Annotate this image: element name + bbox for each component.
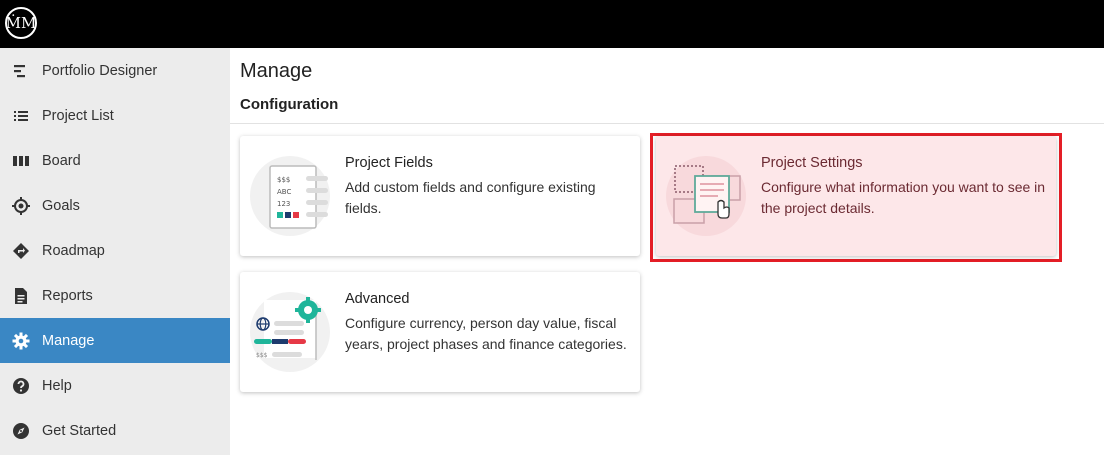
page-title: Manage — [240, 60, 313, 82]
section-title: Configuration — [240, 96, 339, 113]
illus-line: 123 — [277, 200, 290, 208]
board-icon — [13, 156, 29, 166]
sidebar-item-get-started[interactable]: Get Started — [0, 408, 230, 453]
app-logo[interactable]: ṀM — [5, 7, 37, 39]
document-icon — [15, 288, 27, 304]
card-description: Configure what information you want to s… — [761, 179, 1046, 216]
advanced-card[interactable]: $$$ Advanced Configure currency, person … — [240, 272, 640, 392]
card-title: Project Fields — [345, 155, 433, 171]
sidebar-item-label: Reports — [42, 287, 93, 304]
help-icon — [13, 378, 29, 394]
divider — [230, 123, 1104, 124]
project-fields-illustration: $$$ ABC 123 — [250, 156, 330, 236]
main-content: Manage Configuration $$$ ABC 123 Project… — [230, 48, 1104, 455]
sidebar-item-label: Roadmap — [42, 242, 105, 259]
sidebar: Portfolio Designer Project List Board Go… — [0, 48, 230, 455]
gear-icon — [12, 332, 30, 350]
sidebar-item-help[interactable]: Help — [0, 363, 230, 408]
illus-currency: $$$ — [256, 352, 268, 359]
sidebar-item-goals[interactable]: Goals — [0, 183, 230, 228]
portfolio-designer-icon — [14, 65, 25, 78]
card-description: Configure currency, person day value, fi… — [345, 315, 627, 352]
sidebar-item-label: Board — [42, 152, 81, 169]
top-bar: ṀM — [0, 0, 1104, 48]
sidebar-item-manage[interactable]: Manage — [0, 318, 230, 363]
compass-icon — [13, 423, 29, 439]
card-description: Add custom fields and configure existing… — [345, 179, 596, 216]
sidebar-item-label: Help — [42, 377, 72, 394]
sidebar-item-label: Goals — [42, 197, 80, 214]
project-fields-card[interactable]: $$$ ABC 123 Project Fields Add custom fi… — [240, 136, 640, 256]
sidebar-item-label: Portfolio Designer — [42, 62, 158, 79]
list-icon — [14, 111, 28, 121]
card-title: Project Settings — [761, 155, 863, 171]
sidebar-item-label: Project List — [42, 107, 114, 124]
target-icon — [12, 197, 30, 215]
sidebar-item-label: Manage — [42, 332, 95, 349]
illus-line: $$$ — [277, 176, 290, 184]
card-title: Advanced — [345, 291, 410, 307]
illus-line: ABC — [277, 188, 291, 196]
sidebar-item-label: Get Started — [42, 422, 117, 439]
advanced-illustration: $$$ — [250, 292, 330, 372]
sidebar-item-reports[interactable]: Reports — [0, 273, 230, 318]
roadmap-icon — [13, 243, 29, 259]
sidebar-item-roadmap[interactable]: Roadmap — [0, 228, 230, 273]
project-settings-illustration — [666, 156, 746, 236]
sidebar-item-portfolio-designer[interactable]: Portfolio Designer — [0, 48, 230, 93]
sidebar-item-project-list[interactable]: Project List — [0, 93, 230, 138]
project-settings-card[interactable]: Project Settings Configure what informat… — [656, 136, 1056, 256]
sidebar-item-board[interactable]: Board — [0, 138, 230, 183]
